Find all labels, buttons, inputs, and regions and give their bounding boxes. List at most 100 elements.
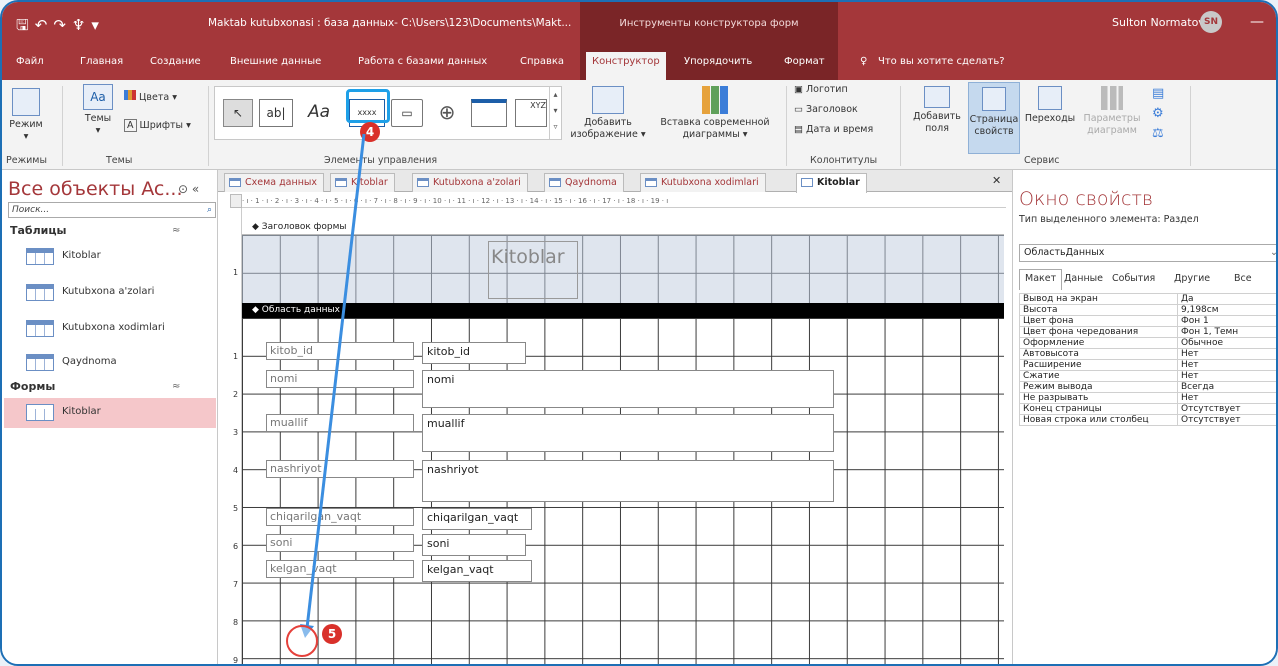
- field-textbox[interactable]: kelgan_vaqt: [422, 560, 532, 582]
- search-icon[interactable]: ⌕: [207, 203, 212, 217]
- field-label[interactable]: kelgan_vaqt: [266, 560, 414, 578]
- field-label[interactable]: kitob_id: [266, 342, 414, 360]
- nav-title[interactable]: Все объекты Ac...: [8, 178, 182, 200]
- tab-design[interactable]: Конструктор: [586, 52, 666, 80]
- prop-tab-data[interactable]: Данные: [1059, 270, 1108, 287]
- tab-create[interactable]: Создание: [150, 56, 201, 67]
- chart-settings-button[interactable]: Параметры диаграмм: [1080, 86, 1144, 137]
- property-value[interactable]: Фон 1: [1177, 315, 1276, 327]
- doc-tab-kitoblar-table[interactable]: Kitoblar: [330, 173, 395, 192]
- property-value[interactable]: 9,198см: [1177, 304, 1276, 316]
- gallery-scroll[interactable]: ▴ ▾ ▿: [549, 87, 561, 139]
- tab-file[interactable]: Файл: [16, 56, 44, 67]
- avatar[interactable]: SN: [1200, 11, 1222, 33]
- tab-help[interactable]: Справка: [520, 56, 564, 67]
- prop-tab-all[interactable]: Все: [1229, 270, 1257, 287]
- user-name[interactable]: Sulton Normatov: [1112, 16, 1205, 29]
- form-header-grid[interactable]: [242, 235, 1004, 303]
- property-row[interactable]: Автовысота Нет: [1019, 348, 1276, 360]
- add-fields-button[interactable]: Добавить поля: [908, 86, 966, 135]
- tab-home[interactable]: Главная: [80, 56, 123, 67]
- tab-external-data[interactable]: Внешние данные: [230, 56, 321, 67]
- nav-table-kutubxona-xodimlari[interactable]: Kutubxona xodimlari: [4, 314, 216, 342]
- property-value[interactable]: Обычное: [1177, 337, 1276, 349]
- doc-tab-relationships[interactable]: Схема данных: [224, 173, 325, 192]
- property-row[interactable]: Не разрывать Нет: [1019, 392, 1276, 404]
- tab-database-tools[interactable]: Работа с базами данных: [358, 56, 487, 67]
- property-value[interactable]: Всегда: [1177, 381, 1276, 393]
- property-value[interactable]: Да: [1177, 293, 1276, 305]
- insert-chart-button[interactable]: Вставка современной диаграммы ▾: [650, 86, 780, 141]
- tab-control[interactable]: ▭: [391, 99, 423, 127]
- tools-small-icons[interactable]: ▤ ⚙ ⚖: [1152, 84, 1164, 144]
- prop-tab-events[interactable]: События: [1107, 270, 1160, 287]
- minimize-button[interactable]: —: [1250, 14, 1264, 30]
- nav-section-forms[interactable]: Формы: [10, 380, 55, 393]
- select-pointer-control[interactable]: ↖: [223, 99, 253, 127]
- property-row[interactable]: Сжатие Нет: [1019, 370, 1276, 382]
- view-button[interactable]: Режим ▾: [6, 88, 46, 143]
- property-row[interactable]: Конец страницы Отсутствует: [1019, 403, 1276, 415]
- quick-access-toolbar[interactable]: 🖫↶↷♆▾: [16, 15, 105, 40]
- detail-section-bar[interactable]: ◆ Область данных: [242, 303, 1004, 318]
- field-label[interactable]: nomi: [266, 370, 414, 388]
- property-row[interactable]: Высота 9,198см: [1019, 304, 1276, 316]
- property-value[interactable]: Отсутствует: [1177, 403, 1276, 415]
- tell-me-search[interactable]: Что вы хотите сделать?: [878, 56, 1005, 67]
- nav-table-kitoblar[interactable]: Kitoblar: [4, 242, 216, 270]
- tab-arrange[interactable]: Упорядочить: [684, 56, 752, 67]
- field-textbox[interactable]: chiqarilgan_vaqt: [422, 508, 532, 530]
- close-icon[interactable]: ✕: [992, 174, 1001, 187]
- form-title-label[interactable]: Kitoblar: [488, 241, 578, 299]
- chevron-up-icon[interactable]: ≈: [172, 381, 180, 392]
- field-label[interactable]: nashriyot: [266, 460, 414, 478]
- field-label[interactable]: soni: [266, 534, 414, 552]
- tab-format[interactable]: Формат: [784, 56, 825, 67]
- logo-button[interactable]: ▣ Логотип: [794, 84, 848, 95]
- hyperlink-control[interactable]: ⊕: [431, 99, 463, 127]
- property-value[interactable]: Нет: [1177, 348, 1276, 360]
- property-sheet-button[interactable]: Страница свойств: [968, 82, 1020, 154]
- doc-tab-kitoblar-form[interactable]: Kitoblar: [796, 173, 867, 193]
- title-button[interactable]: ▭ Заголовок: [794, 104, 858, 115]
- nav-table-qaydnoma[interactable]: Qaydnoma: [4, 348, 216, 376]
- nav-table-kutubxona-azolari[interactable]: Kutubxona a'zolari: [4, 278, 216, 306]
- property-row[interactable]: Цвет фона Фон 1: [1019, 315, 1276, 327]
- nav-form-kitoblar[interactable]: Kitoblar: [4, 398, 216, 428]
- property-row[interactable]: Режим вывода Всегда: [1019, 381, 1276, 393]
- colors-button[interactable]: Цвета ▾: [124, 90, 177, 103]
- field-textbox[interactable]: soni: [422, 534, 526, 556]
- nav-section-tables[interactable]: Таблицы: [10, 224, 66, 237]
- tab-order-button[interactable]: Переходы: [1022, 86, 1078, 125]
- insert-image-button[interactable]: Добавить изображение ▾: [568, 86, 648, 141]
- prop-tab-other[interactable]: Другие: [1169, 270, 1215, 287]
- property-row[interactable]: Вывод на экран Да: [1019, 293, 1276, 305]
- property-row[interactable]: Новая строка или столбец Отсутствует: [1019, 414, 1276, 426]
- property-row[interactable]: Расширение Нет: [1019, 359, 1276, 371]
- nav-search-input[interactable]: Поиск... ⌕: [8, 202, 216, 218]
- fonts-button[interactable]: A Шрифты ▾: [124, 119, 191, 132]
- doc-tab-qaydnoma[interactable]: Qaydnoma: [544, 173, 624, 192]
- form-selector[interactable]: [230, 194, 242, 208]
- property-row[interactable]: Оформление Обычное: [1019, 337, 1276, 349]
- property-value[interactable]: Отсутствует: [1177, 414, 1276, 426]
- property-value[interactable]: Нет: [1177, 359, 1276, 371]
- date-time-button[interactable]: ▤ Дата и время: [794, 124, 873, 135]
- property-value[interactable]: Нет: [1177, 392, 1276, 404]
- textbox-control[interactable]: ab|: [259, 99, 293, 127]
- navigation-control[interactable]: XYZ: [515, 99, 547, 127]
- doc-tab-kutubxona-xodimlari[interactable]: Kutubxona xodimlari: [640, 173, 766, 192]
- property-value[interactable]: Нет: [1177, 370, 1276, 382]
- selection-dropdown[interactable]: ОбластьДанных ⌄: [1019, 244, 1276, 262]
- property-row[interactable]: Цвет фона чередования Фон 1, Темн: [1019, 326, 1276, 338]
- field-textbox[interactable]: kitob_id: [422, 342, 526, 364]
- field-textbox[interactable]: muallif: [422, 414, 834, 452]
- form-header-bar[interactable]: ◆ Заголовок формы: [242, 220, 1004, 235]
- chevron-up-icon[interactable]: ≈: [172, 225, 180, 236]
- field-textbox[interactable]: nomi: [422, 370, 834, 408]
- label-control[interactable]: Aa: [297, 99, 341, 127]
- themes-button[interactable]: Aa Темы ▾: [78, 84, 118, 137]
- prop-tab-layout[interactable]: Макет: [1019, 269, 1063, 290]
- doc-tab-kutubxona-azolari[interactable]: Kutubxona a'zolari: [412, 173, 528, 192]
- field-label[interactable]: muallif: [266, 414, 414, 432]
